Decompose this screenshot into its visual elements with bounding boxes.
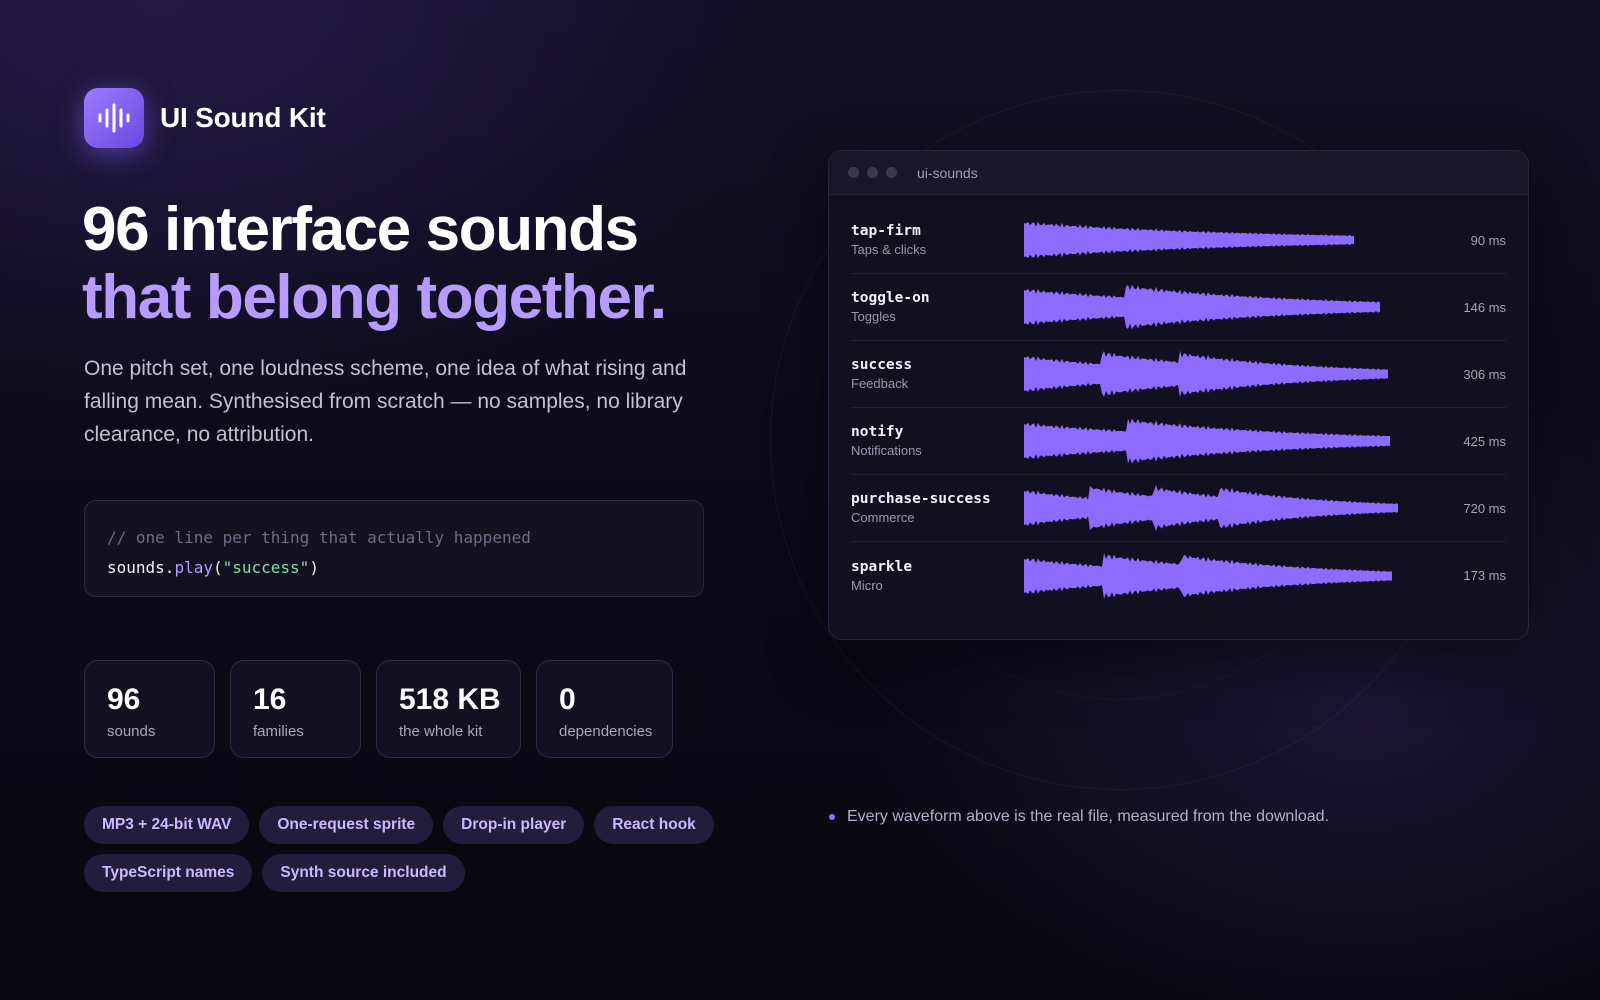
sound-duration: 720 ms (1463, 500, 1506, 516)
stats-row: 96 sounds 16 families 518 KB the whole k… (84, 660, 673, 758)
window-control-dot (867, 167, 878, 178)
sound-meta: purchase-success Commerce (851, 491, 1024, 525)
headline: 96 interface sounds that belong together… (82, 195, 667, 332)
sound-row[interactable]: notify Notifications 425 ms (851, 408, 1506, 475)
stat-label: the whole kit (399, 723, 483, 740)
stat-card-dependencies: 0 dependencies (536, 660, 673, 758)
sound-meta: success Feedback (851, 357, 1024, 391)
sound-name: purchase-success (851, 491, 991, 507)
sound-row[interactable]: success Feedback 306 ms (851, 341, 1506, 408)
sound-family: Feedback (851, 376, 909, 391)
stat-card-families: 16 families (230, 660, 361, 758)
sound-family: Toggles (851, 309, 896, 324)
sound-list: tap-firm Taps & clicks 90 ms toggle-on T… (829, 195, 1528, 609)
lead-paragraph: One pitch set, one loudness scheme, one … (84, 357, 687, 446)
sound-name: notify (851, 424, 904, 440)
sound-meta: tap-firm Taps & clicks (851, 223, 1024, 257)
waveform-shape (1024, 221, 1354, 259)
window-titlebar: ui-sounds (829, 151, 1528, 195)
sound-family: Commerce (851, 510, 915, 525)
waveform-shape (1024, 284, 1380, 330)
waveform-shape (1024, 418, 1390, 464)
waveform-shape (1024, 351, 1388, 397)
sound-row[interactable]: tap-firm Taps & clicks 90 ms (851, 207, 1506, 274)
footnote: Every waveform above is the real file, m… (829, 808, 1329, 826)
headline-line-2: that belong together. (82, 263, 667, 332)
stat-value: 518 KB (399, 683, 501, 716)
waveform (1024, 485, 1398, 531)
window-title: ui-sounds (917, 164, 978, 181)
sound-family: Notifications (851, 443, 922, 458)
sound-duration: 173 ms (1463, 568, 1506, 583)
stat-label: dependencies (559, 723, 653, 740)
window-control-dot (848, 167, 859, 178)
sound-duration: 425 ms (1463, 433, 1506, 449)
waveform (1024, 552, 1392, 599)
waveform (1024, 284, 1380, 330)
code-open-paren: ( (212, 558, 223, 577)
stat-label: families (253, 723, 304, 740)
sound-browser-window: ui-sounds tap-firm Taps & clicks 90 ms t… (828, 150, 1529, 640)
stat-card-sounds: 96 sounds (84, 660, 215, 758)
stat-label: sounds (107, 723, 156, 740)
sound-name: sparkle (851, 558, 913, 575)
sound-meta: notify Notifications (851, 424, 1024, 458)
waveform-shape (1024, 552, 1392, 599)
code-method: play (174, 558, 213, 577)
sound-name: toggle-on (851, 290, 930, 306)
footnote-text: Every waveform above is the real file, m… (847, 808, 1330, 825)
sound-name: success (851, 357, 913, 373)
code-dot: . (164, 558, 175, 577)
code-close-paren: ) (309, 558, 319, 577)
bullet-dot (829, 814, 835, 820)
code-comment: // one line per thing that actually happ… (107, 528, 531, 547)
stat-value: 16 (253, 683, 287, 716)
feature-tag: Drop-in player (443, 806, 585, 844)
waveform (1024, 418, 1390, 464)
waveform-shape (1024, 485, 1398, 531)
code-argument: "success" (222, 558, 310, 577)
feature-tag: One-request sprite (259, 806, 434, 844)
feature-tag: TypeScript names (84, 854, 253, 892)
brand-name: UI Sound Kit (160, 102, 326, 133)
sound-family: Micro (851, 577, 883, 593)
waveform (1024, 351, 1388, 397)
stat-value: 96 (107, 683, 141, 716)
feature-tag: React hook (594, 806, 714, 844)
sound-meta: sparkle Micro (851, 559, 1024, 593)
sound-duration: 306 ms (1463, 366, 1506, 382)
sound-family: Taps & clicks (851, 242, 927, 257)
stat-value: 0 (559, 683, 576, 716)
code-object: sounds (107, 558, 165, 577)
feature-tag: Synth source included (262, 854, 465, 892)
code-snippet: // one line per thing that actually happ… (84, 500, 704, 597)
sound-row[interactable]: purchase-success Commerce 720 ms (851, 475, 1506, 542)
headline-line-1: 96 interface sounds (82, 195, 639, 264)
window-control-dot (886, 167, 897, 178)
sound-name: tap-firm (851, 223, 921, 239)
sound-row[interactable]: toggle-on Toggles 146 ms (851, 274, 1506, 341)
sound-duration: 90 ms (1470, 232, 1506, 248)
waveform (1024, 221, 1354, 259)
code-line: sounds.play("success") (107, 558, 319, 577)
feature-tag: MP3 + 24-bit WAV (84, 806, 250, 844)
stat-card-size: 518 KB the whole kit (376, 660, 521, 758)
sound-meta: toggle-on Toggles (851, 290, 1024, 324)
sound-duration: 146 ms (1463, 299, 1506, 315)
brand[interactable]: UI Sound Kit (84, 88, 326, 148)
feature-tags: MP3 + 24-bit WAV One-request sprite Drop… (84, 806, 734, 892)
sound-row[interactable]: sparkle Micro 173 ms (851, 542, 1506, 609)
waveform-icon (84, 88, 144, 148)
